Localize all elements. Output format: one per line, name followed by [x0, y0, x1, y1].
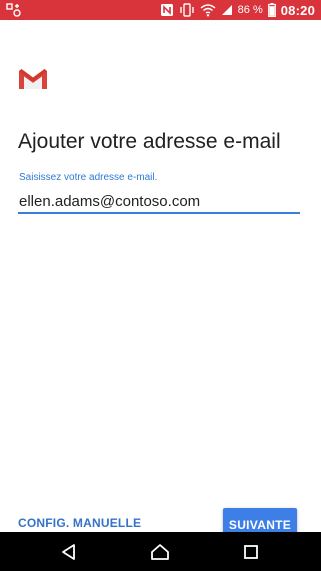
- status-bar: 86 % 08:20: [0, 0, 321, 20]
- email-field-label: Saisissez votre adresse e-mail.: [19, 172, 158, 183]
- clock: 08:20: [280, 2, 315, 18]
- home-icon[interactable]: [149, 541, 171, 563]
- email-field[interactable]: [18, 190, 300, 214]
- battery-icon: [267, 2, 276, 18]
- signal-icon: [221, 2, 233, 18]
- back-icon[interactable]: [58, 541, 80, 563]
- vibrate-icon: [179, 2, 195, 18]
- battery-percent: 86 %: [237, 4, 263, 16]
- wifi-icon: [200, 2, 216, 18]
- nfc-icon: [160, 2, 174, 18]
- page-title: Ajouter votre adresse e-mail: [18, 130, 281, 153]
- notification-icon: [6, 2, 22, 18]
- navigation-bar: [0, 532, 321, 571]
- manual-config-button[interactable]: CONFIG. MANUELLE: [18, 516, 141, 530]
- gmail-logo: [19, 68, 47, 90]
- add-email-screen: Ajouter votre adresse e-mail Saisissez v…: [0, 20, 321, 541]
- recents-icon[interactable]: [240, 541, 262, 563]
